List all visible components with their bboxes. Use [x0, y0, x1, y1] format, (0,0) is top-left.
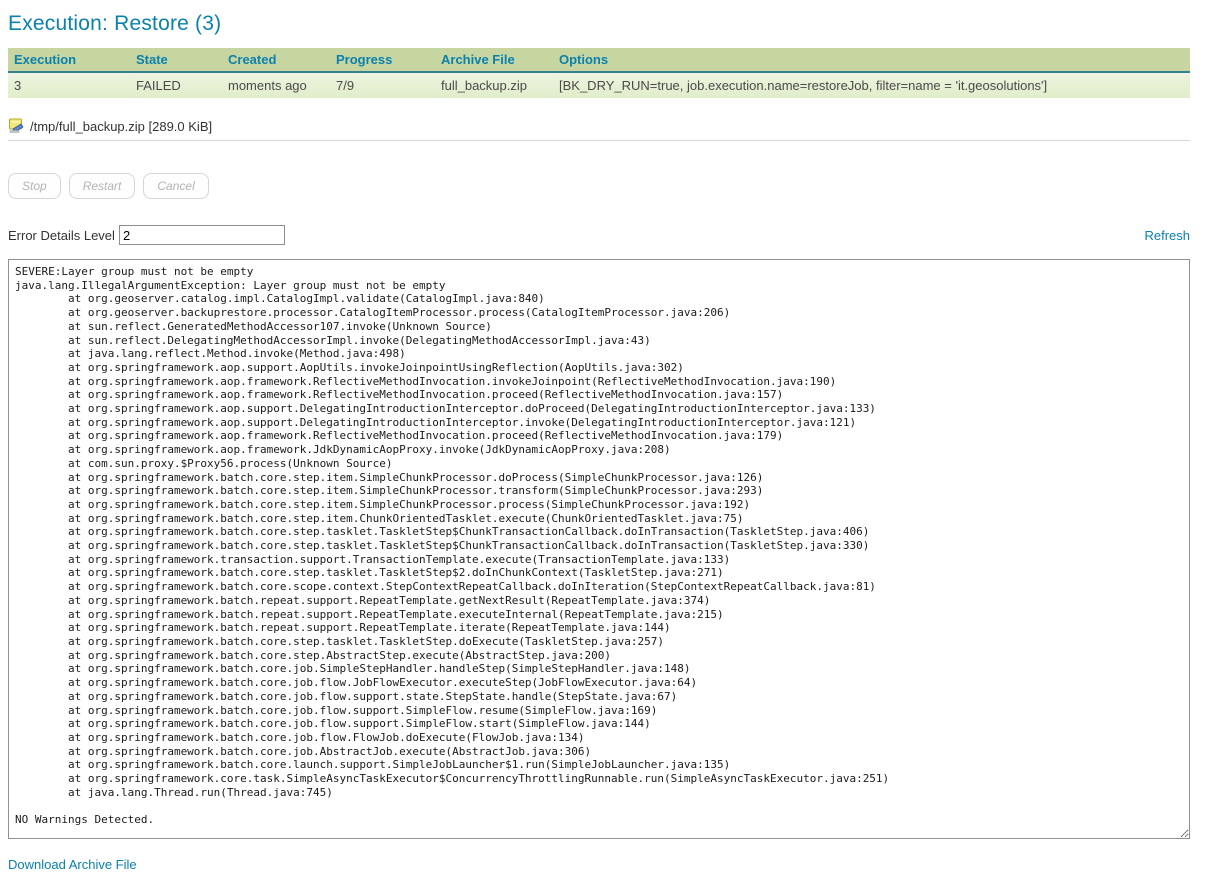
archive-path-label: /tmp/full_backup.zip [289.0 KiB] [30, 119, 212, 134]
column-header-options: Options [553, 48, 1190, 72]
action-buttons: Stop Restart Cancel [8, 173, 1190, 199]
error-details-level-input[interactable] [119, 225, 285, 245]
execution-options: [BK_DRY_RUN=true, job.execution.name=res… [553, 72, 1190, 98]
stop-button[interactable]: Stop [8, 173, 61, 199]
error-details-label: Error Details Level [8, 228, 115, 243]
page-title: Execution: Restore (3) [8, 12, 1190, 36]
execution-details-page: Execution: Restore (3) Execution State C… [0, 0, 1217, 884]
column-header-created: Created [222, 48, 330, 72]
restart-button[interactable]: Restart [69, 173, 136, 199]
download-archive-link[interactable]: Download Archive File [8, 857, 137, 872]
table-header-row: Execution State Created Progress Archive… [8, 48, 1190, 72]
execution-id-link[interactable]: 3 [8, 72, 130, 98]
error-details-row: Error Details Level Refresh [8, 225, 1190, 245]
column-header-state: State [130, 48, 222, 72]
refresh-link[interactable]: Refresh [1144, 228, 1190, 243]
error-log-textarea[interactable]: SEVERE:Layer group must not be empty jav… [8, 259, 1190, 839]
zip-file-icon [8, 118, 24, 134]
column-header-execution: Execution [8, 48, 130, 72]
divider [8, 140, 1190, 141]
execution-state: FAILED [130, 72, 222, 98]
column-header-archive-file: Archive File [435, 48, 553, 72]
execution-archive-file: full_backup.zip [435, 72, 553, 98]
cancel-button[interactable]: Cancel [143, 173, 208, 199]
executions-table: Execution State Created Progress Archive… [8, 48, 1190, 98]
execution-created: moments ago [222, 72, 330, 98]
execution-progress: 7/9 [330, 72, 435, 98]
table-row: 3 FAILED moments ago 7/9 full_backup.zip… [8, 72, 1190, 98]
archive-file-row: /tmp/full_backup.zip [289.0 KiB] [8, 118, 1190, 134]
column-header-progress: Progress [330, 48, 435, 72]
